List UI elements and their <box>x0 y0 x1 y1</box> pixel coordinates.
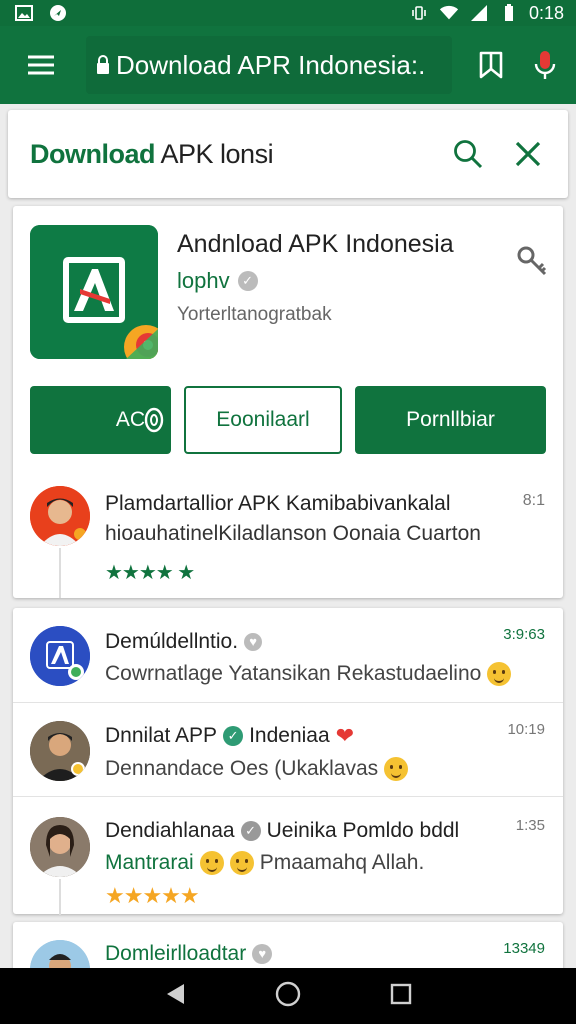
list-item-name: Dnnilat APP ✓ Indeniaa ❤ <box>105 723 354 749</box>
message-time: 13349 <box>503 940 545 957</box>
list-item-message: Cowrnatlage Yatansikan Rekastudaelino <box>105 662 512 686</box>
message-sender: Demúldellntio. <box>105 630 239 653</box>
verified-check-icon: ✓ <box>223 726 244 746</box>
system-nav-bar <box>0 968 576 1024</box>
message-time: 1:35 <box>515 817 545 834</box>
message-preview: Cowrnatlage Yatansikan Rekastudaelino <box>105 662 482 685</box>
open-button[interactable]: Pornllbiar <box>355 386 546 454</box>
user-avatar <box>30 721 90 781</box>
vibrate-icon <box>409 4 429 22</box>
list-item-message: Mantrarai Pmaamahq Allah. <box>105 851 424 875</box>
install-button-label: AC <box>115 408 145 431</box>
app-avatar <box>30 626 90 686</box>
verified-icon: ✓ <box>237 271 258 291</box>
search-icon[interactable] <box>448 134 488 174</box>
verified-icon: ♥ <box>252 944 273 964</box>
search-query[interactable]: Download APK lonsi <box>30 139 448 170</box>
search-query-bold: Download <box>30 138 156 169</box>
download-button[interactable]: Eoonilaarl <box>184 386 342 454</box>
search-query-rest: APK lonsi <box>155 138 274 169</box>
verified-icon: ♥ <box>244 633 263 651</box>
signal-icon <box>469 4 489 22</box>
review-stars: ★★★★ ★ <box>105 562 195 584</box>
navigation-icon <box>48 4 68 22</box>
refresh-icon <box>143 406 165 434</box>
message-preview-tail: Pmaamahq Allah. <box>259 851 425 874</box>
thread-line <box>59 879 61 915</box>
smile-emoji-icon <box>487 662 512 686</box>
key-icon[interactable] <box>515 244 549 278</box>
list-item-name: Demúldellntio. ♥ <box>105 630 263 654</box>
app-subtitle: Yorterltanogratbak <box>177 304 332 325</box>
gallery-icon <box>14 4 34 22</box>
wifi-icon <box>439 4 459 22</box>
message-sender-suffix: Indeniaa <box>249 724 330 747</box>
wink-emoji-icon <box>384 757 409 781</box>
bookmark-icon[interactable] <box>470 44 512 86</box>
battery-icon <box>499 4 519 22</box>
review-text: hioauhatinelKiladlanson Oonaia Cuarton <box>105 522 481 545</box>
user-avatar <box>30 817 90 877</box>
list-item[interactable]: Dendiahlanaa ✓ Ueinika Pomldo bddl Mantr… <box>13 796 563 915</box>
menu-icon[interactable] <box>20 44 62 86</box>
review-avatar <box>30 486 90 546</box>
action-buttons: AC Eoonilaarl Pornllbiar <box>30 386 546 454</box>
featured-review[interactable]: Plamdartallior APK Kamibabivankalal hioa… <box>13 478 563 598</box>
message-time: 10:19 <box>507 721 545 738</box>
browser-toolbar: Download APR Indonesia:. <box>0 26 576 104</box>
rating-stars: ★★★★★ <box>105 883 200 908</box>
laugh-emoji-icon <box>199 851 224 875</box>
list-item[interactable]: Dnnilat APP ✓ Indeniaa ❤ Dennandace Oes … <box>13 702 563 796</box>
list-item[interactable]: Demúldellntio. ♥ Cowrnatlage Yatansikan … <box>13 608 563 702</box>
status-time: 0:18 <box>528 2 564 23</box>
review-time: 8:1 <box>522 492 545 509</box>
home-icon[interactable] <box>275 981 301 1012</box>
list-item-name: Dendiahlanaa ✓ Ueinika Pomldo bddl <box>105 819 459 843</box>
message-time: 3:9:63 <box>503 626 545 643</box>
developer-name: lophv <box>177 268 230 293</box>
close-icon[interactable] <box>508 134 548 174</box>
app-developer[interactable]: lophv ✓ <box>177 268 258 294</box>
url-bar[interactable]: Download APR Indonesia:. <box>86 36 452 94</box>
message-preview: Mantrarai <box>105 851 194 874</box>
list-item-name: Domleirlloadtar ♥ <box>105 942 273 966</box>
thread-line <box>59 548 61 598</box>
message-preview: Dennandace Oes (Ukaklavas <box>105 757 379 780</box>
message-sender: Dnnilat APP <box>105 724 218 747</box>
message-sender: Domleirlloadtar <box>105 942 247 965</box>
status-bar: 0:18 <box>0 0 576 26</box>
message-sender-suffix: Ueinika Pomldo bddl <box>266 819 460 842</box>
heart-icon: ❤ <box>335 723 355 748</box>
app-logo[interactable] <box>30 225 158 359</box>
list-item-message: Dennandace Oes (Ukaklavas <box>105 757 409 781</box>
lock-icon <box>96 55 110 75</box>
back-icon[interactable] <box>164 982 186 1011</box>
mic-icon[interactable] <box>524 44 566 86</box>
message-list: Demúldellntio. ♥ Cowrnatlage Yatansikan … <box>13 608 563 915</box>
install-button[interactable]: AC <box>30 386 171 454</box>
message-sender: Dendiahlanaa <box>105 819 235 842</box>
app-title: Andnload APK Indonesia <box>177 230 454 258</box>
url-text: Download APR Indonesia:. <box>116 49 426 80</box>
review-title: Plamdartallior APK Kamibabivankalal <box>105 492 451 515</box>
verified-icon: ✓ <box>240 821 261 841</box>
search-card: Download APK lonsi <box>8 110 568 198</box>
laugh-emoji-icon <box>229 851 254 875</box>
recents-icon[interactable] <box>390 983 412 1010</box>
app-card: Andnload APK Indonesia lophv ✓ Yorterlta… <box>13 206 563 598</box>
